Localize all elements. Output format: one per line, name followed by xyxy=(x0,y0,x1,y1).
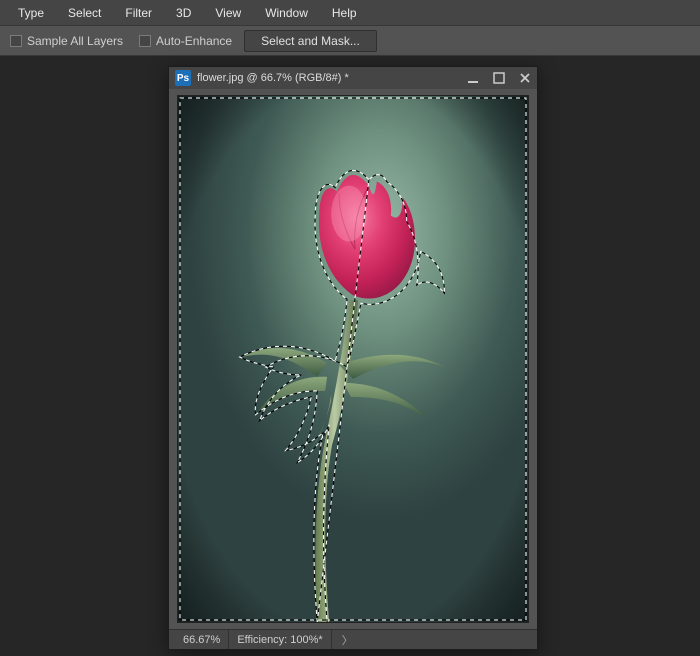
minimize-icon[interactable] xyxy=(467,72,479,84)
canvas-frame xyxy=(177,95,529,623)
document-statusbar: 66.67% Efficiency: 100%* 〉 xyxy=(169,629,537,649)
efficiency-readout[interactable]: Efficiency: 100%* xyxy=(229,630,331,649)
menu-help[interactable]: Help xyxy=(320,2,369,24)
options-bar: Sample All Layers Auto-Enhance Select an… xyxy=(0,26,700,56)
document-canvas[interactable] xyxy=(177,95,529,623)
window-controls xyxy=(467,72,531,84)
document-window: Ps flower.jpg @ 66.7% (RGB/8#) * xyxy=(168,66,538,650)
canvas-area xyxy=(169,89,537,629)
ps-badge-icon: Ps xyxy=(175,70,191,86)
zoom-level[interactable]: 66.67% xyxy=(175,630,229,649)
menu-select[interactable]: Select xyxy=(56,2,113,24)
auto-enhance-option[interactable]: Auto-Enhance xyxy=(135,34,236,48)
checkbox-icon[interactable] xyxy=(10,35,22,47)
menu-type[interactable]: Type xyxy=(6,2,56,24)
maximize-icon[interactable] xyxy=(493,72,505,84)
menu-view[interactable]: View xyxy=(203,2,253,24)
menu-3d[interactable]: 3D xyxy=(164,2,203,24)
workspace: Ps flower.jpg @ 66.7% (RGB/8#) * xyxy=(0,56,700,656)
menu-window[interactable]: Window xyxy=(253,2,320,24)
menubar: Type Select Filter 3D View Window Help xyxy=(0,0,700,26)
checkbox-icon[interactable] xyxy=(139,35,151,47)
document-title: flower.jpg @ 66.7% (RGB/8#) * xyxy=(197,72,461,84)
status-menu-arrow-icon[interactable]: 〉 xyxy=(332,632,363,648)
select-and-mask-button[interactable]: Select and Mask... xyxy=(244,30,377,52)
sample-all-layers-label: Sample All Layers xyxy=(27,34,123,48)
auto-enhance-label: Auto-Enhance xyxy=(156,34,232,48)
sample-all-layers-option[interactable]: Sample All Layers xyxy=(6,34,127,48)
document-titlebar[interactable]: Ps flower.jpg @ 66.7% (RGB/8#) * xyxy=(169,67,537,89)
close-icon[interactable] xyxy=(519,72,531,84)
menu-filter[interactable]: Filter xyxy=(113,2,164,24)
